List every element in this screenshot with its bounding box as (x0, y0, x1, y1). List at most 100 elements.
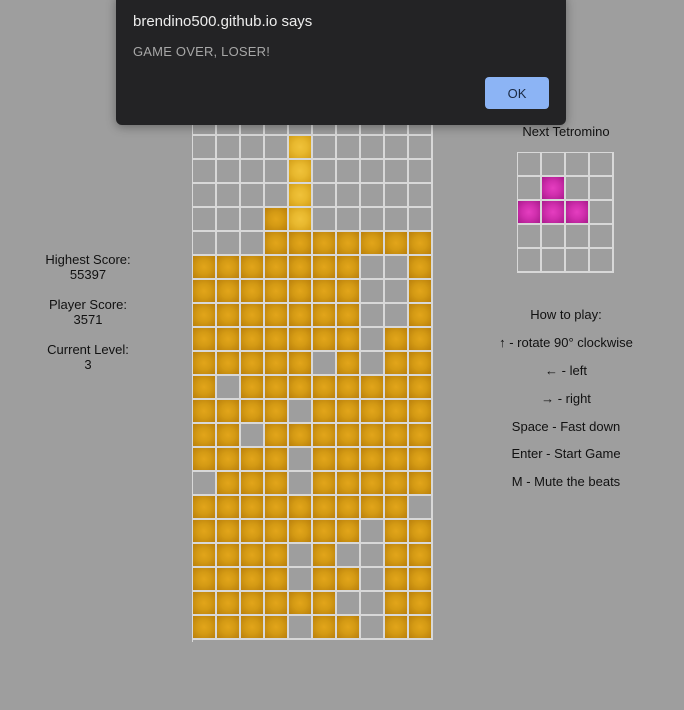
board-cell (385, 136, 409, 160)
locked-block (217, 352, 241, 376)
locked-block (265, 496, 289, 520)
board-cell (313, 160, 337, 184)
board-cell (289, 448, 313, 472)
locked-block (241, 520, 265, 544)
board-cell (193, 160, 217, 184)
locked-block (289, 520, 313, 544)
board-cell (217, 376, 241, 400)
board-cell (361, 520, 385, 544)
board-cell (313, 184, 337, 208)
locked-block (385, 448, 409, 472)
locked-block (313, 256, 337, 280)
locked-block (385, 400, 409, 424)
locked-block (241, 376, 265, 400)
locked-block (361, 496, 385, 520)
locked-block (217, 328, 241, 352)
board-cell (409, 496, 433, 520)
locked-block (193, 520, 217, 544)
locked-block (217, 568, 241, 592)
locked-block (241, 544, 265, 568)
board-cell (409, 208, 433, 232)
locked-block (217, 304, 241, 328)
highest-score-label: Highest Score: (45, 252, 131, 267)
locked-block (385, 544, 409, 568)
locked-block (409, 280, 433, 304)
ok-button[interactable]: OK (485, 77, 549, 109)
locked-block (313, 568, 337, 592)
locked-block (193, 568, 217, 592)
board-cell (193, 136, 217, 160)
preview-cell (566, 153, 590, 177)
locked-block (337, 256, 361, 280)
board-cell (217, 184, 241, 208)
locked-block (289, 280, 313, 304)
locked-block (337, 424, 361, 448)
locked-block (313, 544, 337, 568)
locked-block (313, 376, 337, 400)
locked-block (385, 352, 409, 376)
locked-block (217, 448, 241, 472)
locked-block (193, 448, 217, 472)
locked-block (265, 208, 289, 232)
locked-block (289, 232, 313, 256)
locked-block (409, 400, 433, 424)
locked-block (241, 568, 265, 592)
locked-block (289, 424, 313, 448)
board-cell (193, 184, 217, 208)
current-level-value: 3 (84, 357, 92, 372)
player-score-value: 3571 (73, 312, 103, 327)
locked-block (265, 568, 289, 592)
board-cell (217, 208, 241, 232)
preview-cell (590, 249, 614, 273)
locked-block (265, 256, 289, 280)
board-cell (385, 160, 409, 184)
board-cell (361, 184, 385, 208)
dialog-message: GAME OVER, LOSER! (133, 44, 271, 59)
help-left: ← - left (545, 363, 587, 378)
board-cell (241, 160, 265, 184)
falling-block (289, 160, 313, 184)
game-board (192, 111, 435, 642)
board-cell (337, 160, 361, 184)
falling-block (289, 184, 313, 208)
board-cell (313, 352, 337, 376)
locked-block (193, 616, 217, 640)
board-cell (217, 136, 241, 160)
locked-block (289, 352, 313, 376)
board-cell (241, 232, 265, 256)
locked-block (313, 472, 337, 496)
locked-block (409, 520, 433, 544)
locked-block (337, 568, 361, 592)
locked-block (313, 496, 337, 520)
locked-block (409, 448, 433, 472)
board-cell (361, 136, 385, 160)
highest-score: Highest Score: 55397 (30, 252, 146, 282)
locked-block (361, 376, 385, 400)
locked-block (337, 376, 361, 400)
next-block (542, 177, 566, 201)
locked-block (217, 544, 241, 568)
board-cell (337, 136, 361, 160)
board-cell (217, 160, 241, 184)
falling-block (289, 136, 313, 160)
preview-cell (518, 153, 542, 177)
locked-block (265, 376, 289, 400)
board-cell (241, 208, 265, 232)
locked-block (265, 352, 289, 376)
preview-cell (590, 201, 614, 225)
locked-block (193, 544, 217, 568)
locked-block (193, 496, 217, 520)
locked-block (409, 544, 433, 568)
locked-block (265, 616, 289, 640)
locked-block (313, 616, 337, 640)
board-cell (193, 472, 217, 496)
locked-block (337, 352, 361, 376)
board-cell (361, 616, 385, 640)
locked-block (337, 400, 361, 424)
preview-cell (590, 225, 614, 249)
preview-cell (542, 249, 566, 273)
locked-block (193, 256, 217, 280)
locked-block (337, 304, 361, 328)
board-cell (361, 280, 385, 304)
board-cell (289, 400, 313, 424)
